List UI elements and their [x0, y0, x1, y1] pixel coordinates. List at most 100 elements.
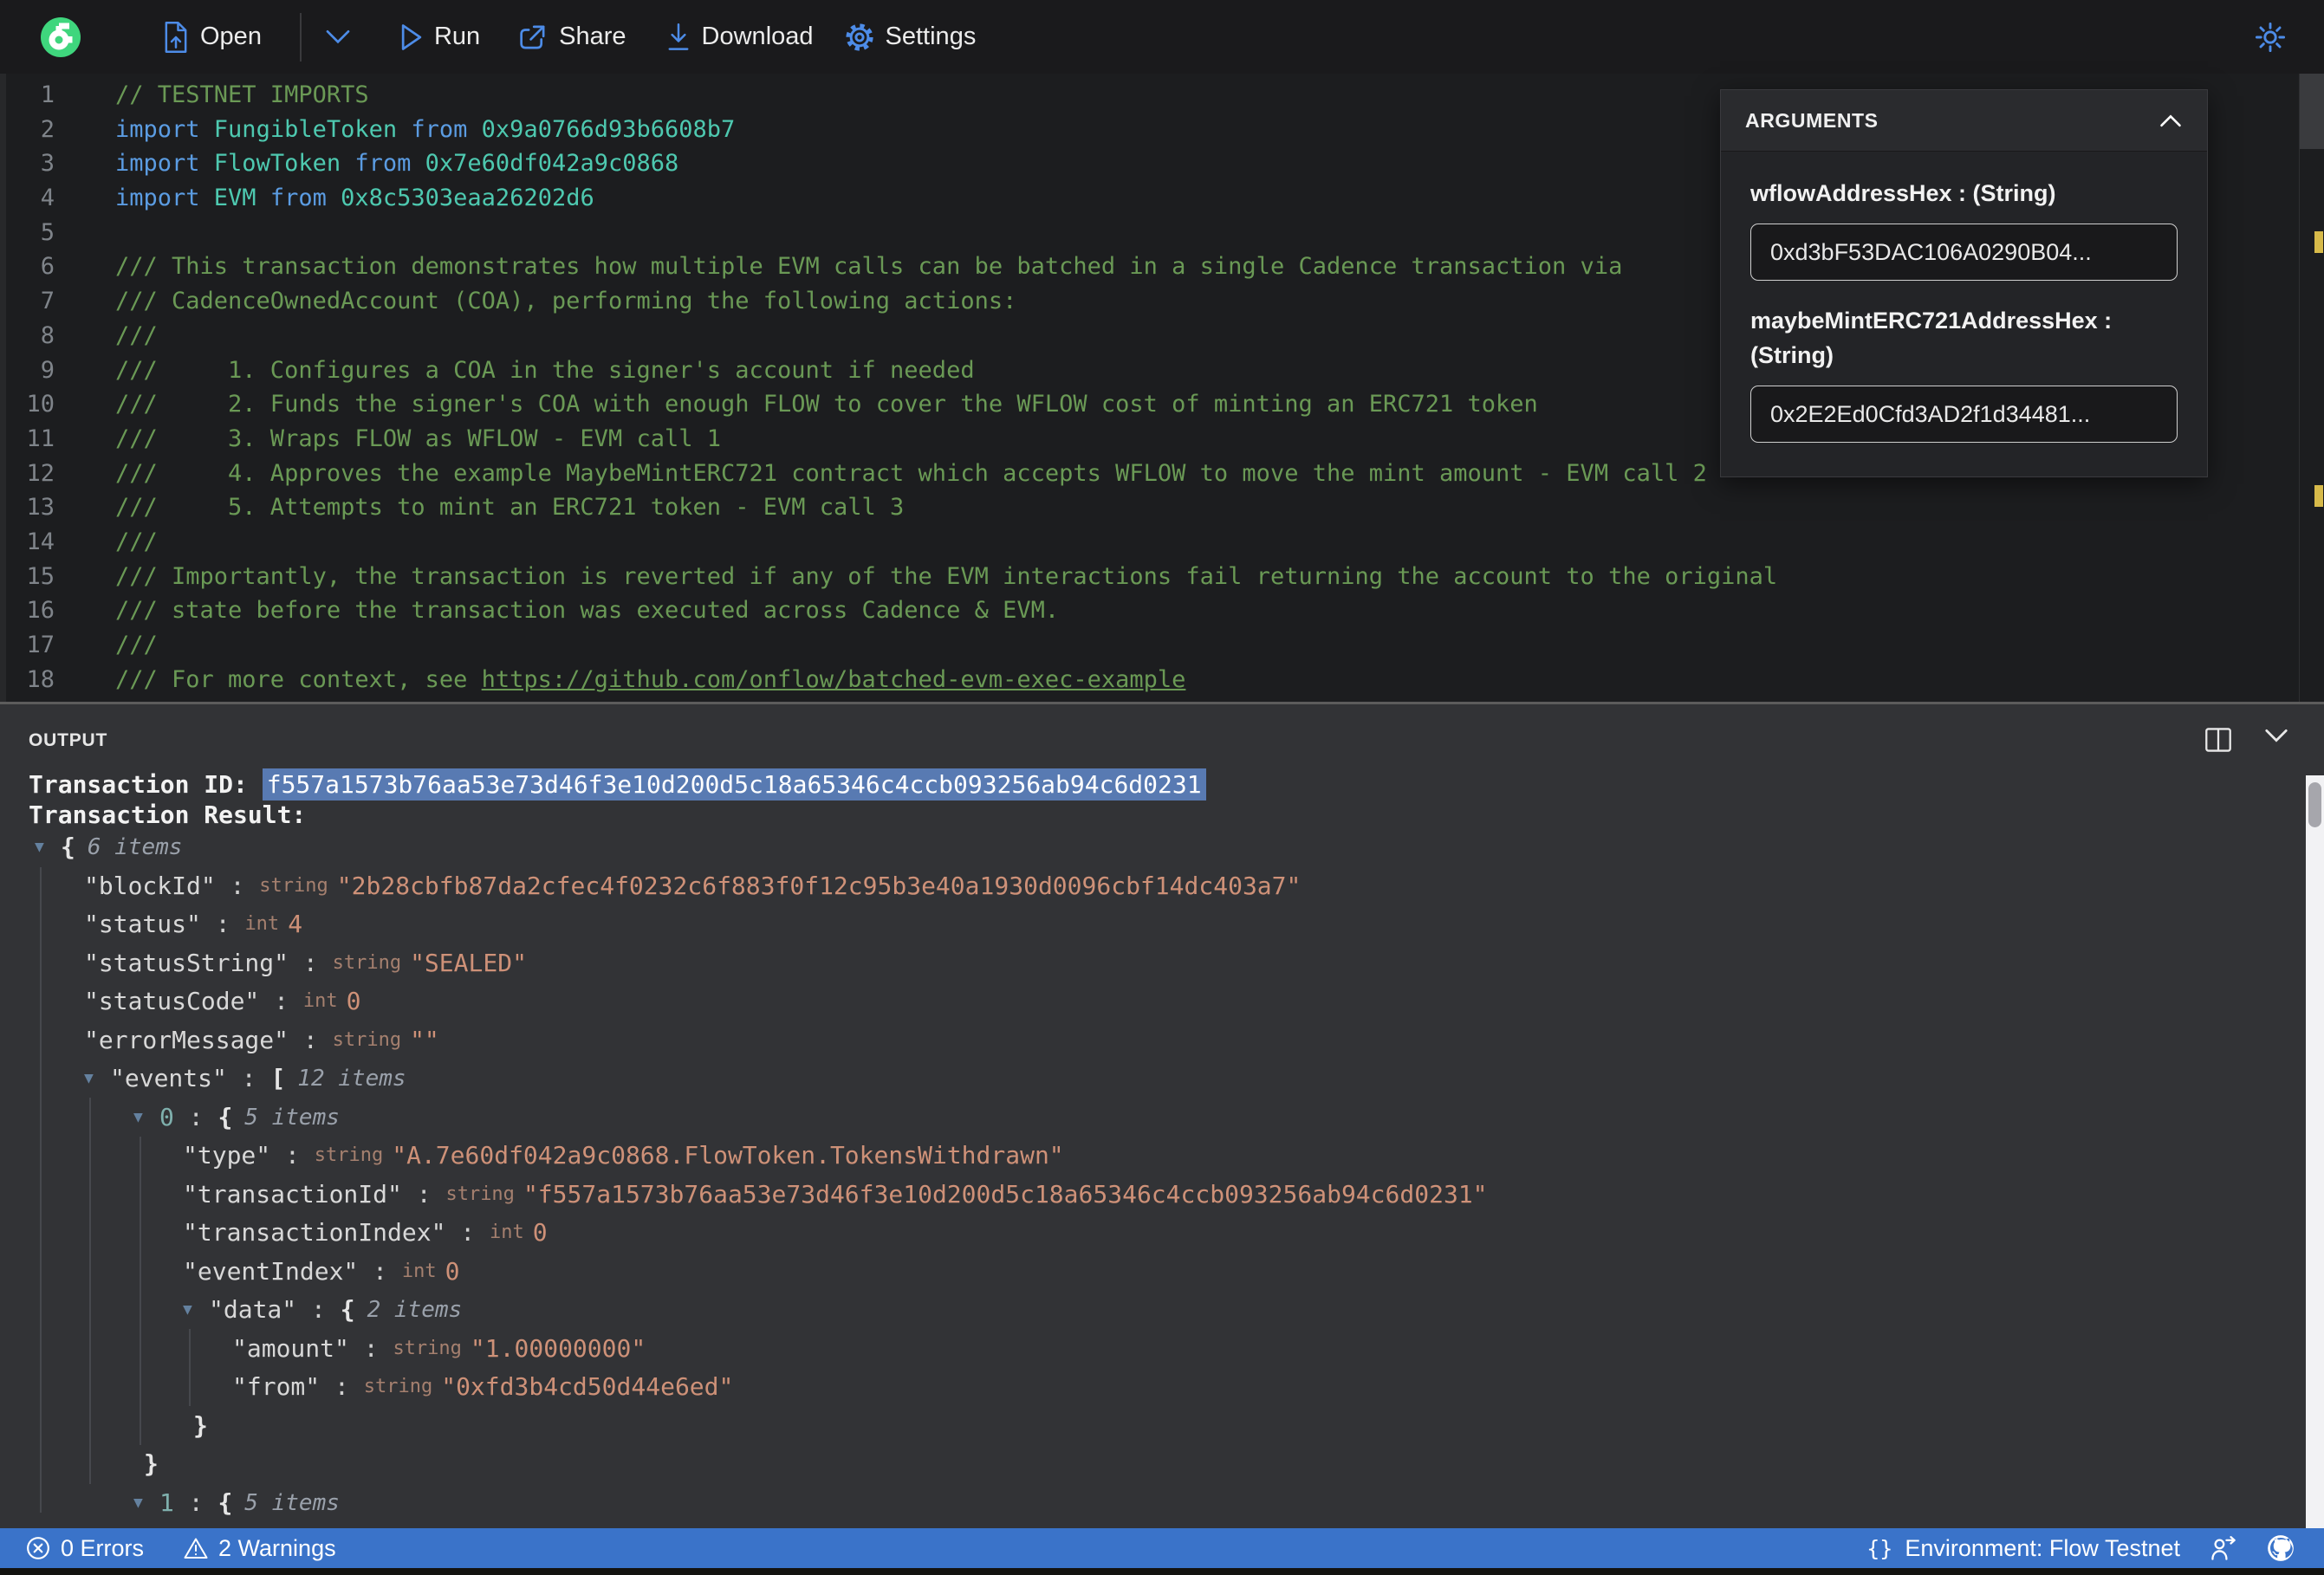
split-editor-icon[interactable]	[2204, 727, 2232, 753]
warnings-status[interactable]: 2 Warnings	[184, 1535, 336, 1562]
json-row: "type" : string"A.7e60df042a9c0868..."	[0, 1522, 2306, 1528]
errors-status[interactable]: 0 Errors	[26, 1535, 144, 1562]
json-row: ▼ 1 : {5 items	[0, 1484, 2306, 1523]
line-number: 2	[40, 115, 55, 143]
output-scrollbar-thumb[interactable]	[2308, 782, 2321, 827]
run-button[interactable]: Run	[400, 23, 480, 51]
line-number: 6	[40, 253, 55, 281]
download-button[interactable]: Download	[666, 23, 814, 52]
expand-toggle-icon[interactable]: ▼	[183, 1291, 202, 1330]
environment-status[interactable]: {} Environment: Flow Testnet	[1866, 1535, 2180, 1562]
code-line: 15/// Importantly, the transaction is re…	[0, 560, 2324, 594]
desktop-edge	[0, 1568, 2324, 1575]
line-number: 16	[26, 597, 55, 625]
line-number: 15	[26, 562, 55, 590]
warning-triangle-icon	[184, 1537, 208, 1559]
editor-scrollbar[interactable]	[2299, 74, 2324, 702]
open-file-icon	[163, 21, 189, 53]
warning-marker	[2314, 231, 2323, 253]
json-row: ▼ "events" : [12 items	[0, 1060, 2306, 1099]
line-number: 3	[40, 150, 55, 178]
line-number: 10	[26, 391, 55, 418]
feedback-person-icon[interactable]	[2210, 1535, 2237, 1561]
errors-label: 0 Errors	[61, 1534, 145, 1561]
expand-toggle-icon[interactable]: ▼	[133, 1099, 153, 1138]
transaction-result-label: Transaction Result:	[29, 800, 307, 829]
flow-runner-window: Open Run Share Download Settings 1 // TE…	[0, 0, 2324, 1575]
expand-toggle-icon[interactable]: ▼	[35, 828, 54, 867]
transaction-id-label: Transaction ID:	[29, 770, 263, 799]
line-number: 18	[26, 665, 55, 693]
share-icon	[518, 23, 548, 51]
flow-logo-icon	[41, 16, 81, 57]
line-number: 9	[40, 356, 55, 384]
line-number: 7	[40, 288, 55, 315]
argument-input-maybeMintERC721AddressHex[interactable]: 0x2E2Ed0Cfd3AD2f1d34481...	[1750, 386, 2178, 443]
argument-input-wflowAddressHex[interactable]: 0xd3bF53DAC106A0290B04...	[1750, 224, 2178, 281]
line-number: 1	[40, 81, 55, 108]
theme-toggle-sun-icon[interactable]	[2255, 22, 2286, 53]
json-tree: ▼{6 items "blockId" : string "2b28cbfb87da…	[0, 828, 2306, 1528]
line-number: 17	[26, 632, 55, 658]
json-row: "errorMessage" : string ""	[84, 1025, 439, 1054]
download-icon	[666, 23, 691, 52]
line-number: 5	[40, 218, 55, 246]
json-row: "transactionIndex" : int 0	[183, 1218, 548, 1247]
transaction-id-value[interactable]: f557a1573b76aa53e73d46f3e10d200d5c18a653…	[262, 768, 1206, 800]
indent-guide	[140, 1137, 141, 1445]
code-line: 17///	[0, 628, 2324, 663]
share-button[interactable]: Share	[518, 23, 626, 51]
code-line: 13/// 5. Attempts to mint an ERC721 toke…	[0, 490, 2324, 525]
editor-scrollbar-thumb[interactable]	[2300, 74, 2324, 149]
toolbar-separator	[299, 12, 302, 62]
output-title: OUTPUT	[29, 730, 108, 750]
download-label: Download	[701, 23, 814, 50]
code-link[interactable]: https://github.com/onflow/batched-evm-ex…	[482, 666, 1186, 693]
settings-label: Settings	[885, 23, 977, 50]
open-button[interactable]: Open	[163, 21, 262, 53]
line-number: 11	[26, 425, 55, 452]
json-row: "type" : string "A.7e60df042a9c0868.FlowT…	[183, 1141, 1064, 1170]
line-number: 14	[26, 528, 55, 555]
arguments-header: ARGUMENTS	[1721, 90, 2207, 152]
argument-label-maybeMintERC721AddressHex: maybeMintERC721AddressHex : (String)	[1750, 308, 2113, 368]
arguments-title: ARGUMENTS	[1745, 108, 1879, 132]
json-row: "status" : int 4	[84, 910, 303, 938]
code-line: 14///	[0, 525, 2324, 560]
warnings-label: 2 Warnings	[218, 1534, 336, 1561]
expand-toggle-icon[interactable]: ▼	[133, 1484, 153, 1523]
code-line: 18/// For more context, see https://gith…	[0, 663, 2324, 697]
indent-guide	[189, 1329, 191, 1406]
json-row: "transactionId" : string "f557a1573b76aa5…	[183, 1179, 1488, 1209]
share-label: Share	[559, 23, 626, 50]
play-icon	[400, 23, 423, 51]
json-row: "statusString" : string "SEALED"	[84, 948, 527, 977]
status-bar: 0 Errors 2 Warnings {} Environment: Flow…	[0, 1528, 2324, 1568]
github-icon[interactable]	[2267, 1534, 2295, 1562]
line-number: 12	[26, 459, 55, 487]
json-row: ▼{6 items	[0, 828, 2306, 867]
settings-button[interactable]: Settings	[845, 23, 977, 52]
indent-guide	[89, 1098, 91, 1484]
argument-label-wflowAddressHex: wflowAddressHex : (String)	[1750, 180, 2056, 206]
warning-marker	[2314, 485, 2323, 507]
expand-toggle-icon[interactable]: ▼	[84, 1060, 103, 1099]
json-row: "eventIndex" : int 0	[183, 1256, 460, 1286]
line-number: 4	[40, 185, 55, 212]
gear-icon	[845, 23, 874, 52]
open-dropdown-chevron-icon[interactable]	[324, 28, 352, 47]
output-panel: OUTPUT Transaction ID: f557a1573b76aa53e…	[0, 704, 2324, 1528]
output-scrollbar[interactable]	[2306, 775, 2324, 1528]
braces-icon: {}	[1866, 1535, 1893, 1561]
toolbar: Open Run Share Download Settings	[0, 0, 2324, 74]
line-number: 13	[26, 494, 55, 522]
json-row: "amount" : string "1.00000000"	[232, 1333, 646, 1363]
collapse-output-chevron-icon[interactable]	[2263, 727, 2289, 753]
json-row: }	[144, 1449, 159, 1478]
transaction-id-line: Transaction ID: f557a1573b76aa53e73d46f3…	[29, 768, 1206, 800]
open-label: Open	[200, 23, 262, 50]
json-row: ▼ 0 : {5 items	[0, 1099, 2306, 1138]
chevron-up-icon[interactable]	[2158, 113, 2183, 128]
json-row: "from" : string "0xfd3b4cd50d44e6ed"	[232, 1372, 734, 1401]
json-row: }	[193, 1410, 208, 1440]
